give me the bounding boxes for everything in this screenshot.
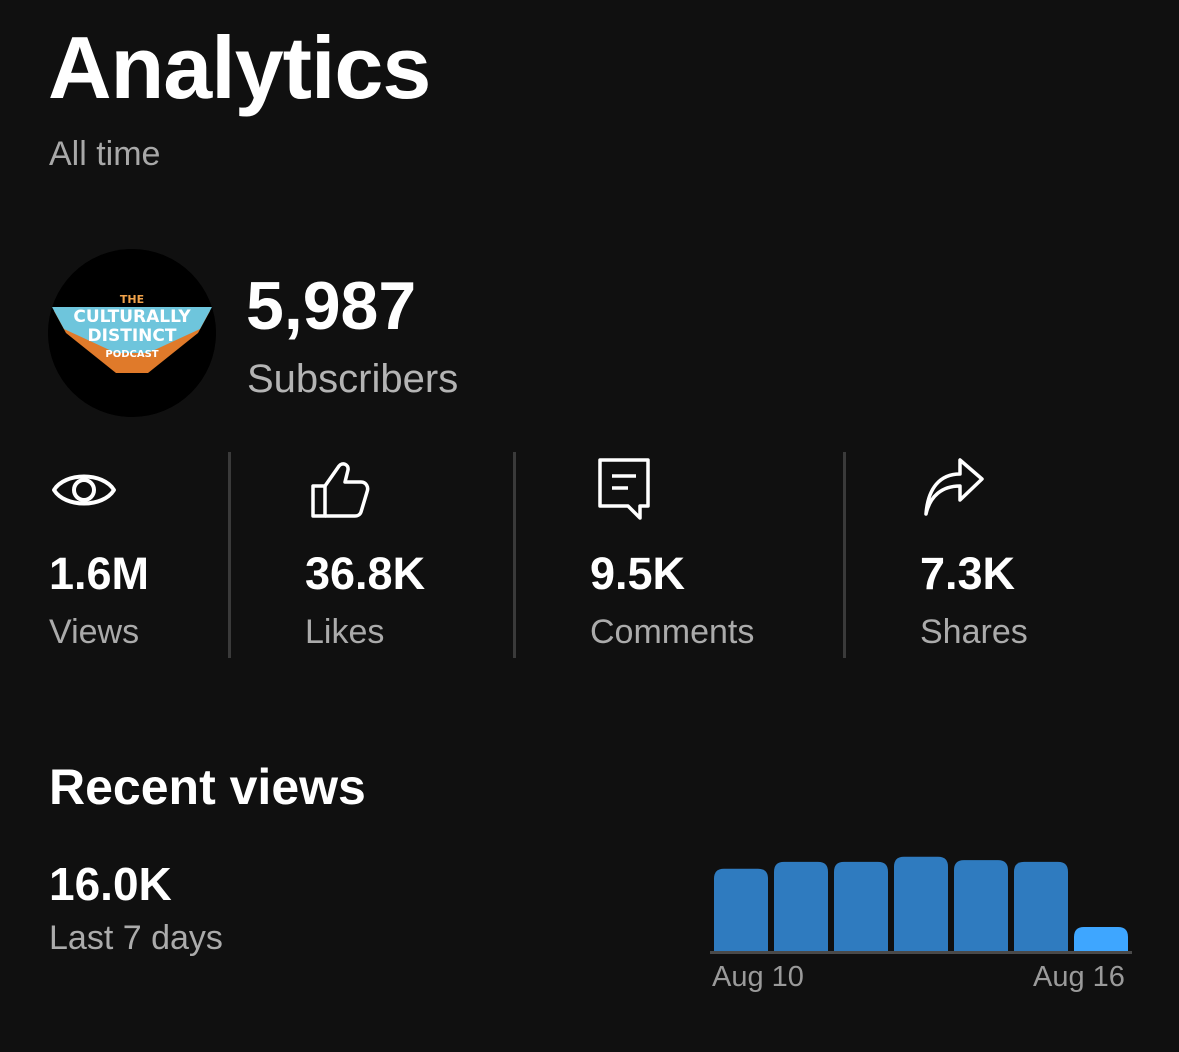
eye-icon <box>49 452 119 533</box>
comment-icon <box>590 452 660 533</box>
chart-bar-aug-11[interactable] <box>774 861 828 951</box>
stat-divider <box>513 452 516 658</box>
x-tick-label-end: Aug 16 <box>1033 961 1125 993</box>
page-title: Analytics <box>48 18 431 117</box>
stats-row: 1.6M Views 36.8K Likes 9.5K Comments 7.3… <box>0 452 1179 658</box>
chart-bar-aug-16[interactable] <box>1074 927 1128 951</box>
chart-bar-aug-14[interactable] <box>954 860 1008 951</box>
subscriber-label: Subscribers <box>247 357 459 401</box>
podcast-logo-icon: THE CULTURALLY DISTINCT PODCAST <box>48 249 216 417</box>
svg-text:DISTINCT: DISTINCT <box>88 326 177 346</box>
stat-likes-value: 36.8K <box>305 548 426 599</box>
stat-comments-label: Comments <box>590 613 755 651</box>
recent-views-period: Last 7 days <box>49 919 223 957</box>
svg-text:CULTURALLY: CULTURALLY <box>73 307 191 327</box>
stat-views-label: Views <box>49 613 140 651</box>
stat-views-value: 1.6M <box>49 548 150 599</box>
thumbs-up-icon <box>305 452 375 533</box>
chart-bar-aug-13[interactable] <box>894 856 948 951</box>
share-icon <box>920 452 990 533</box>
subscriber-count: 5,987 <box>246 268 417 344</box>
x-tick-label-start: Aug 10 <box>712 961 804 993</box>
svg-text:PODCAST: PODCAST <box>105 349 158 360</box>
stat-shares-label: Shares <box>920 613 1028 651</box>
svg-text:THE: THE <box>120 293 144 306</box>
stat-shares-value: 7.3K <box>920 548 1016 599</box>
stat-divider <box>843 452 846 658</box>
stat-likes-label: Likes <box>305 613 385 651</box>
stat-divider <box>228 452 231 658</box>
time-range-label[interactable]: All time <box>49 134 160 174</box>
recent-views-value: 16.0K <box>49 858 172 910</box>
channel-avatar[interactable]: THE CULTURALLY DISTINCT PODCAST <box>48 249 216 417</box>
chart-bar-aug-10[interactable] <box>714 868 768 951</box>
stat-comments-value: 9.5K <box>590 548 686 599</box>
chart-bar-aug-15[interactable] <box>1014 861 1068 951</box>
recent-views-title: Recent views <box>49 759 366 815</box>
chart-bar-aug-12[interactable] <box>834 861 888 951</box>
